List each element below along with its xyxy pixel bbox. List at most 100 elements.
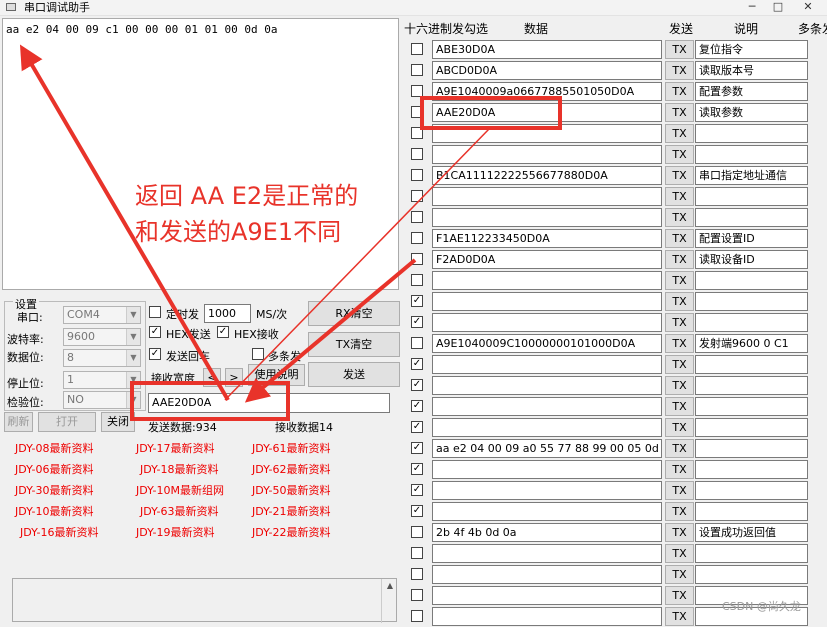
row-data-input[interactable] [432,376,662,395]
row-desc-input[interactable] [695,145,808,164]
open-button[interactable]: 打开 [38,412,96,432]
tx-button[interactable]: TX [665,313,694,332]
hex-checkbox[interactable] [411,547,423,559]
row-desc-input[interactable] [695,439,808,458]
tx-clear-button[interactable]: TX清空 [308,332,400,357]
tx-button[interactable]: TX [665,124,694,143]
link-jdy-21[interactable]: JDY-21最新资料 [252,503,331,519]
row-data-input[interactable]: aa e2 04 00 09 a0 55 77 88 99 00 05 0d [432,439,662,458]
tx-button[interactable]: TX [665,271,694,290]
row-desc-input[interactable] [695,502,808,521]
hex-checkbox[interactable]: ✓ [411,421,423,433]
tx-button[interactable]: TX [665,397,694,416]
hex-checkbox[interactable]: ✓ [411,379,423,391]
row-desc-input[interactable]: 串口指定地址通信 [695,166,808,185]
row-data-input[interactable] [432,145,662,164]
tx-button[interactable]: TX [665,82,694,101]
row-data-input[interactable] [432,418,662,437]
hex-send-checkbox[interactable]: ✓ [149,326,161,338]
link-jdy-22[interactable]: JDY-22最新资料 [252,524,331,540]
row-data-input[interactable]: B1CA11112222556677880D0A [432,166,662,185]
tx-button[interactable]: TX [665,376,694,395]
link-jdy-63[interactable]: JDY-63最新资料 [140,503,219,519]
tx-button[interactable]: TX [665,460,694,479]
row-data-input[interactable]: A9E1040009C10000000101000D0A [432,334,662,353]
row-desc-input[interactable]: 设置成功返回值 [695,523,808,542]
hex-checkbox[interactable]: ✓ [411,358,423,370]
row-data-input[interactable] [432,397,662,416]
hex-checkbox[interactable] [411,253,423,265]
link-jdy-19[interactable]: JDY-19最新资料 [136,524,215,540]
row-desc-input[interactable]: 配置参数 [695,82,808,101]
tx-button[interactable]: TX [665,418,694,437]
tx-button[interactable]: TX [665,61,694,80]
tx-button[interactable]: TX [665,40,694,59]
port-select[interactable]: COM4 ▼ [63,306,141,324]
hex-checkbox[interactable] [411,190,423,202]
row-desc-input[interactable] [695,208,808,227]
row-desc-input[interactable] [695,124,808,143]
row-desc-input[interactable] [695,565,808,584]
hex-checkbox[interactable]: ✓ [411,316,423,328]
row-desc-input[interactable] [695,481,808,500]
hex-checkbox[interactable] [411,274,423,286]
hex-checkbox[interactable] [411,526,423,538]
tx-button[interactable]: TX [665,355,694,374]
hex-checkbox[interactable]: ✓ [411,463,423,475]
row-data-input[interactable]: F2AD0D0A [432,250,662,269]
row-data-input[interactable] [432,481,662,500]
scroll-up-icon[interactable]: ▲ [387,581,393,590]
hex-checkbox[interactable] [411,43,423,55]
databits-select[interactable]: 8 ▼ [63,349,141,367]
row-data-input[interactable] [432,313,662,332]
tx-button[interactable]: TX [665,586,694,605]
tx-button[interactable]: TX [665,145,694,164]
link-jdy-10m[interactable]: JDY-10M最新组网 [136,482,224,498]
minimize-icon[interactable]: ─ [744,0,760,15]
tx-button[interactable]: TX [665,481,694,500]
row-desc-input[interactable] [695,355,808,374]
send-newline-checkbox[interactable]: ✓ [149,348,161,360]
link-jdy-17[interactable]: JDY-17最新资料 [136,440,215,456]
tx-button[interactable]: TX [665,229,694,248]
tx-button[interactable]: TX [665,439,694,458]
hex-checkbox[interactable] [411,64,423,76]
row-data-input[interactable] [432,586,662,605]
row-desc-input[interactable]: 读取设备ID [695,250,808,269]
row-desc-input[interactable]: 复位指令 [695,40,808,59]
tx-button[interactable]: TX [665,502,694,521]
close-icon[interactable]: ✕ [800,0,816,15]
row-data-input[interactable] [432,355,662,374]
hex-checkbox[interactable]: ✓ [411,442,423,454]
row-desc-input[interactable]: 读取参数 [695,103,808,122]
row-data-input[interactable] [432,565,662,584]
hex-checkbox[interactable] [411,589,423,601]
link-jdy-10[interactable]: JDY-10最新资料 [15,503,94,519]
timed-send-checkbox[interactable] [149,306,161,318]
multi-send-checkbox[interactable] [252,348,264,360]
row-desc-input[interactable] [695,376,808,395]
hex-checkbox[interactable]: ✓ [411,295,423,307]
row-desc-input[interactable]: 读取版本号 [695,61,808,80]
link-jdy-30[interactable]: JDY-30最新资料 [15,482,94,498]
tx-button[interactable]: TX [665,208,694,227]
scrollbar[interactable]: ▲ [381,579,396,623]
link-jdy-16[interactable]: JDY-16最新资料 [20,524,99,540]
row-data-input[interactable] [432,460,662,479]
hex-checkbox[interactable]: ✓ [411,505,423,517]
row-data-input[interactable]: F1AE112233450D0A [432,229,662,248]
row-desc-input[interactable] [695,187,808,206]
hex-checkbox[interactable]: ✓ [411,484,423,496]
hex-checkbox[interactable] [411,148,423,160]
tx-button[interactable]: TX [665,292,694,311]
row-data-input[interactable] [432,544,662,563]
row-data-input[interactable] [432,208,662,227]
send-button[interactable]: 发送 [308,362,400,387]
tx-button[interactable]: TX [665,607,694,626]
row-data-input[interactable] [432,502,662,521]
baud-select[interactable]: 9600 ▼ [63,328,141,346]
link-jdy-61[interactable]: JDY-61最新资料 [252,440,331,456]
rx-clear-button[interactable]: RX清空 [308,301,400,326]
hex-checkbox[interactable] [411,337,423,349]
row-data-input[interactable]: ABE30D0A [432,40,662,59]
